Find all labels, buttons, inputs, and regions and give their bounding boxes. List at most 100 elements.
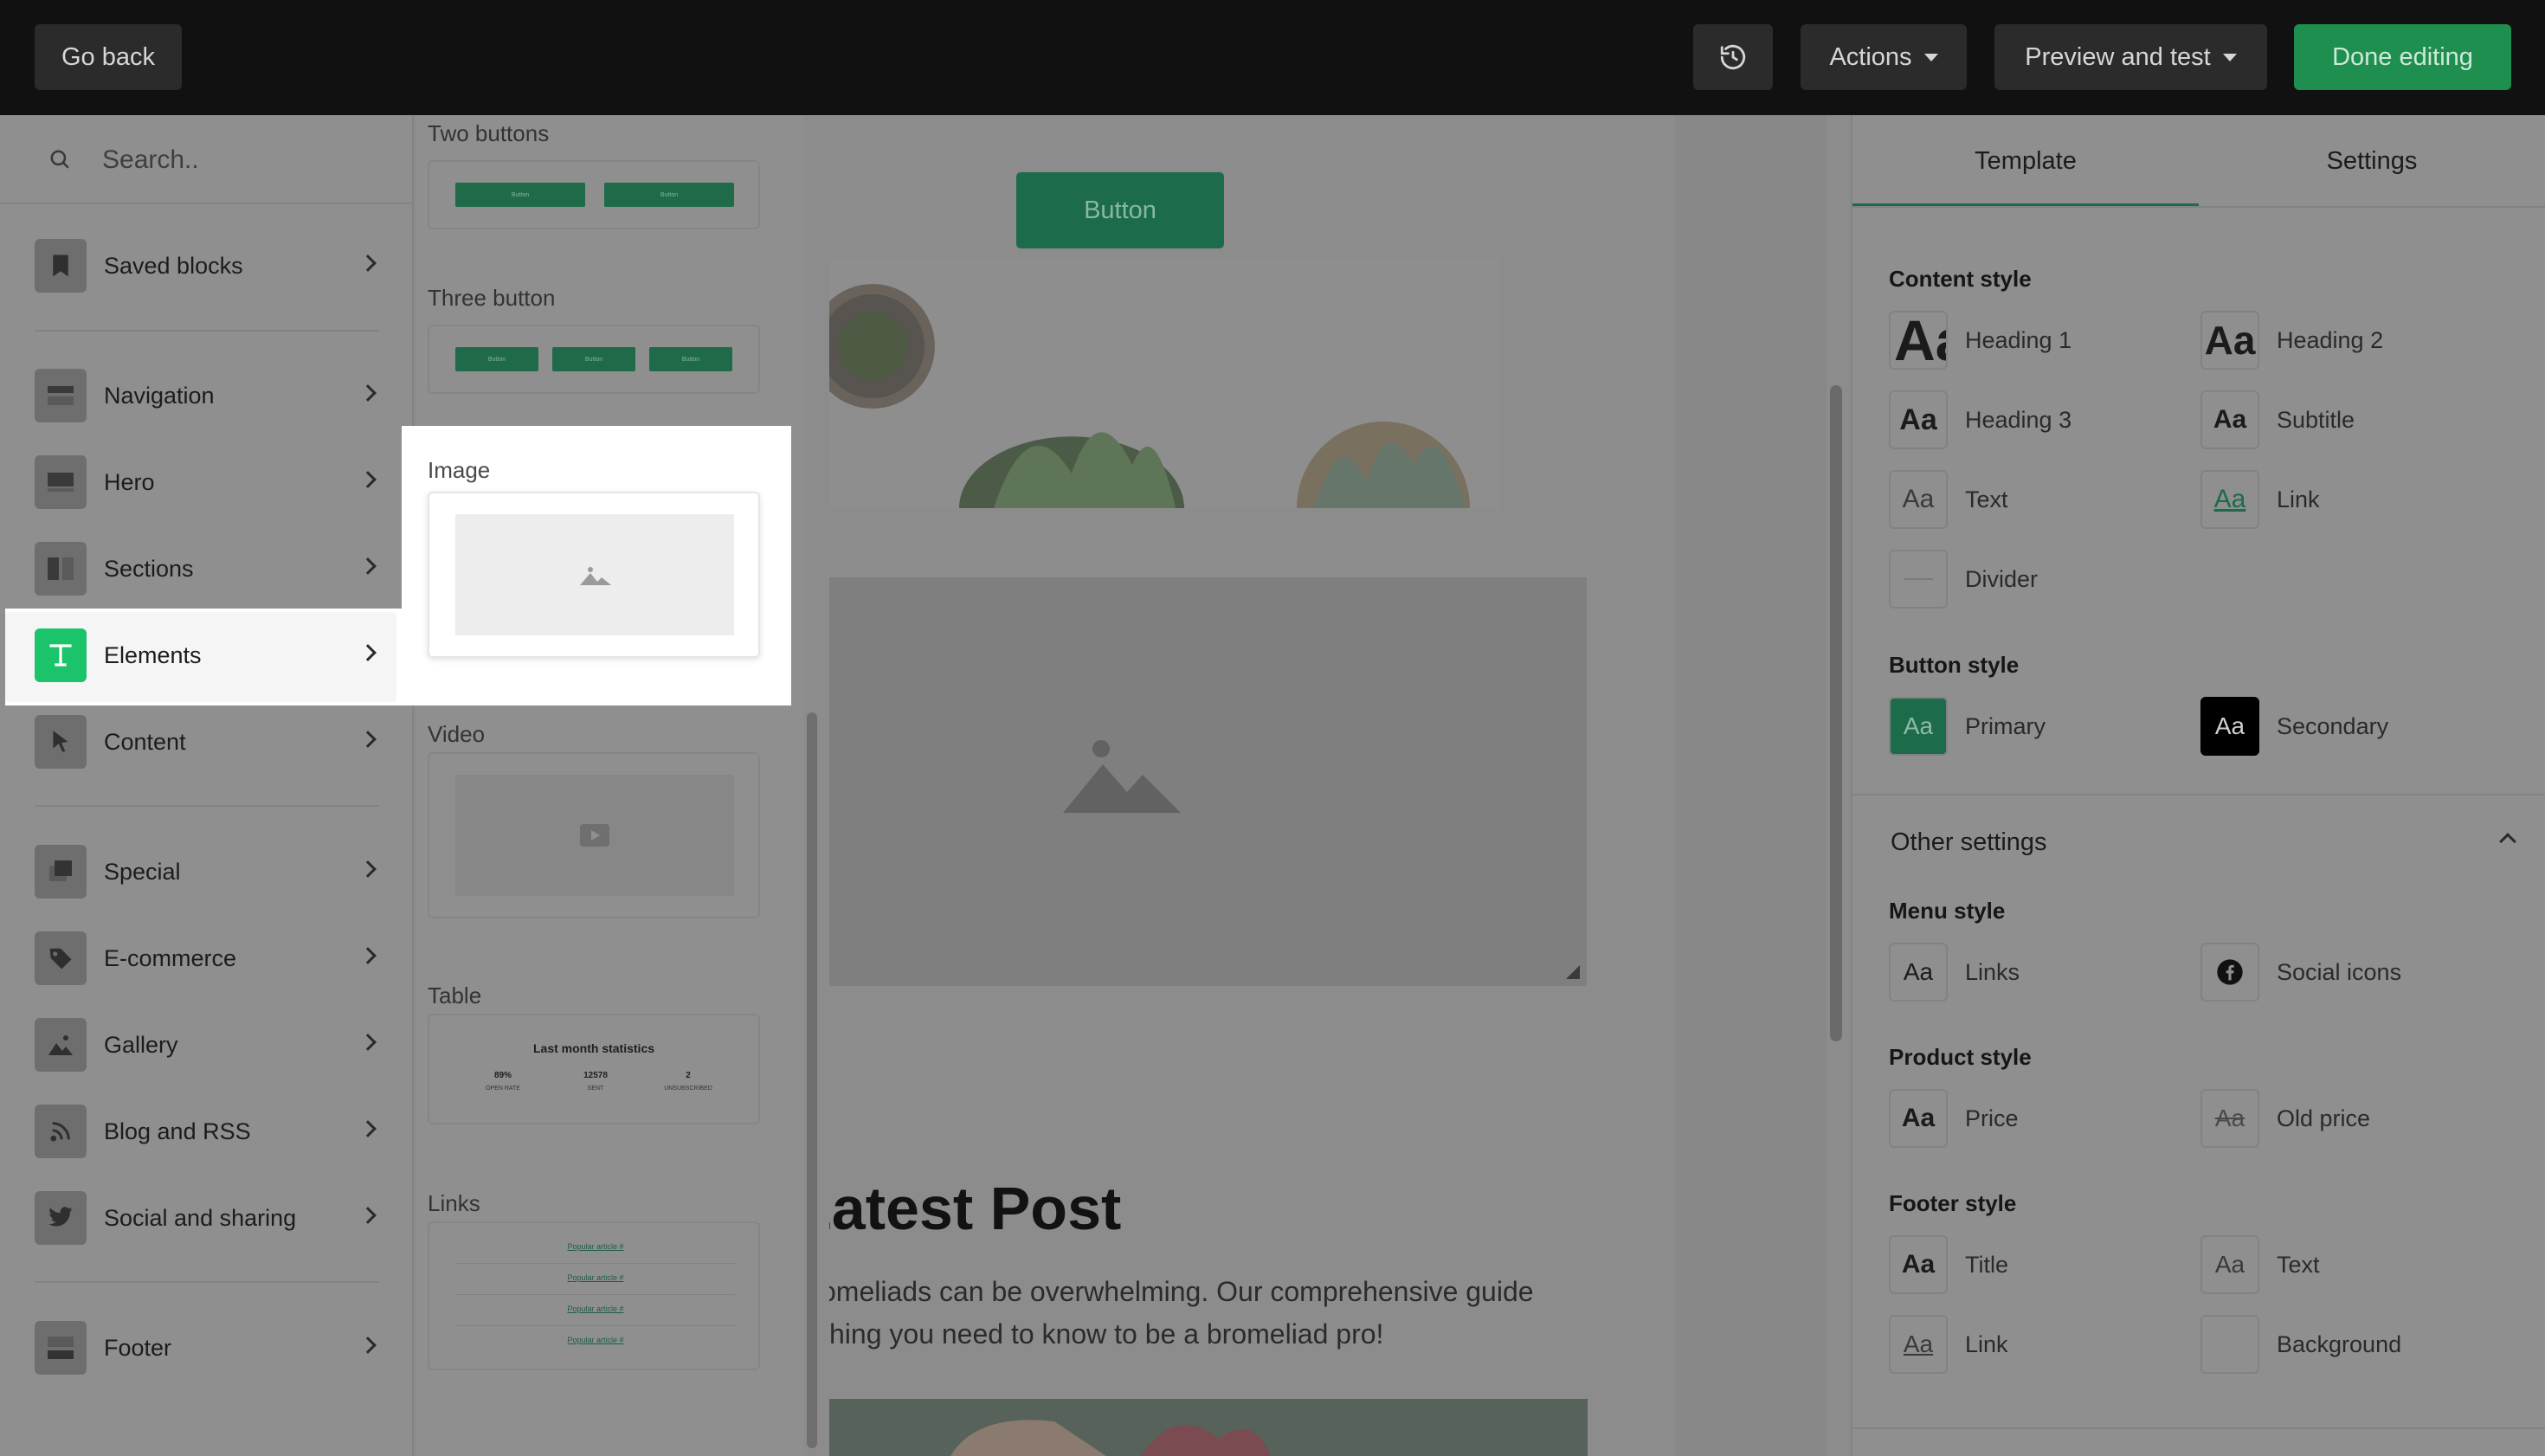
element-title-image: Image: [428, 457, 491, 483]
product-style-price[interactable]: Aa Price: [1889, 1089, 2019, 1148]
chevron-right-icon: [359, 1120, 377, 1137]
style-swatch: Aa: [2200, 470, 2259, 529]
tab-template[interactable]: Template: [1852, 115, 2199, 208]
element-card-image[interactable]: [428, 492, 760, 658]
elements-panel: Two buttons Button Button Three button B…: [416, 115, 817, 1456]
go-back-button[interactable]: Go back: [35, 24, 182, 90]
link-preview-item: Popular article #: [567, 1336, 624, 1344]
sidebar-item-footer[interactable]: Footer: [0, 1305, 398, 1391]
chevron-right-icon: [359, 254, 377, 272]
style-heading-3[interactable]: Aa Heading 3: [1889, 390, 2071, 449]
sidebar-item-label: Navigation: [104, 382, 215, 409]
element-title-table: Table: [428, 982, 482, 1008]
link-separator: [455, 1263, 736, 1264]
sidebar-item-blog-rss[interactable]: Blog and RSS: [0, 1088, 398, 1175]
link-separator: [455, 1325, 736, 1326]
style-subtitle[interactable]: Aa Subtitle: [2200, 390, 2355, 449]
sidebar-item-gallery[interactable]: Gallery: [0, 1002, 398, 1088]
element-card-links[interactable]: Popular article # Popular article # Popu…: [428, 1221, 760, 1370]
post-title: Latest Post: [829, 1175, 1122, 1242]
style-swatch: Aa: [1889, 1235, 1948, 1294]
history-button[interactable]: [1693, 24, 1773, 90]
element-title-links: Links: [428, 1190, 480, 1216]
sidebar-item-hero[interactable]: Hero: [0, 439, 398, 525]
style-heading-2[interactable]: Aa Heading 2: [2200, 311, 2383, 370]
footer-style-background[interactable]: Background: [2200, 1315, 2401, 1374]
elements-scrollbar[interactable]: [807, 712, 817, 1448]
chevron-right-icon: [359, 1207, 377, 1224]
sidebar-divider: [35, 1281, 379, 1283]
mini-button: Button: [455, 183, 585, 207]
chevron-right-icon: [359, 644, 377, 661]
style-heading-1[interactable]: Aa Heading 1: [1889, 311, 2071, 370]
sidebar-item-label: Footer: [104, 1334, 172, 1361]
resize-handle[interactable]: [1566, 965, 1580, 979]
style-text[interactable]: Aa Text: [1889, 470, 2008, 529]
canvas-button[interactable]: Button: [1016, 172, 1224, 248]
style-swatch: Aa: [1889, 470, 1948, 529]
element-card-video[interactable]: [428, 752, 760, 918]
section-divider: [1852, 1427, 2545, 1429]
twitter-bird-icon: [35, 1191, 87, 1245]
style-divider[interactable]: Divider: [1889, 550, 2038, 609]
style-label: Old price: [2277, 1105, 2371, 1131]
footer-style-title[interactable]: Aa Title: [1889, 1235, 2008, 1294]
search-input[interactable]: [102, 136, 388, 184]
facebook-icon: [2200, 943, 2259, 1002]
footer-style-text[interactable]: Aa Text: [2200, 1235, 2320, 1294]
caret-down-icon: [2222, 53, 2237, 61]
mini-button: Button: [552, 347, 635, 371]
mini-button: Button: [649, 347, 732, 371]
chevron-right-icon: [359, 384, 377, 402]
sidebar-item-label: Social and sharing: [104, 1204, 297, 1231]
image-mountain-icon: [580, 567, 611, 585]
canvas-image-placeholder[interactable]: [829, 577, 1587, 986]
preview-and-test-button[interactable]: Preview and test: [1994, 24, 2267, 90]
rss-icon: [35, 1105, 87, 1158]
element-card-two-buttons[interactable]: Button Button: [428, 160, 760, 229]
element-card-table[interactable]: Last month statistics 89% OPEN RATE 12578…: [428, 1014, 760, 1124]
tab-settings[interactable]: Settings: [2199, 115, 2545, 208]
tag-icon: [35, 931, 87, 985]
chevron-right-icon: [359, 471, 377, 488]
sidebar-item-label: Hero: [104, 468, 155, 495]
menu-style-links[interactable]: Aa Links: [1889, 943, 2020, 1002]
product-style-old-price[interactable]: Aa Old price: [2200, 1089, 2370, 1148]
footer-style-heading: Footer style: [1889, 1190, 2017, 1216]
table-stat: 12578 SENT: [583, 1071, 608, 1092]
sidebar-divider: [35, 330, 379, 332]
canvas-scrollbar[interactable]: [1830, 385, 1842, 1041]
post-body: Bromeliads can be overwhelming. Our comp…: [829, 1271, 1591, 1366]
menu-style-social-icons[interactable]: Social icons: [2200, 943, 2401, 1002]
style-label: Background: [2277, 1330, 2402, 1357]
chevron-right-icon: [359, 947, 377, 964]
style-label: Secondary: [2277, 712, 2389, 739]
sidebar-item-social-sharing[interactable]: Social and sharing: [0, 1175, 398, 1261]
sidebar-item-special[interactable]: Special: [0, 828, 398, 915]
style-swatch: Aa: [2200, 390, 2259, 449]
actions-dropdown-button[interactable]: Actions: [1801, 24, 1967, 90]
chevron-up-icon[interactable]: [2499, 833, 2516, 850]
sidebar-item-elements[interactable]: Elements: [0, 612, 398, 699]
image-mountain-icon: [1063, 740, 1181, 813]
sidebar-item-sections[interactable]: Sections: [0, 525, 398, 612]
sidebar-item-navigation[interactable]: Navigation: [0, 352, 398, 439]
footer-style-link[interactable]: Aa Link: [1889, 1315, 2008, 1374]
go-back-label: Go back: [61, 42, 155, 71]
style-label: Links: [1965, 958, 2020, 985]
style-label: Heading 1: [1965, 326, 2072, 353]
style-link[interactable]: Aa Link: [2200, 470, 2320, 529]
play-icon: [580, 824, 609, 847]
sidebar-item-label: Blog and RSS: [104, 1118, 251, 1144]
sidebar-item-e-commerce[interactable]: E-commerce: [0, 915, 398, 1002]
sidebar-item-content[interactable]: Content: [0, 699, 398, 785]
link-preview-item: Popular article #: [567, 1273, 624, 1282]
element-card-three-button[interactable]: Button Button Button: [428, 325, 760, 394]
button-style-primary[interactable]: Aa Primary: [1889, 697, 2046, 756]
sidebar-item-saved-blocks[interactable]: Saved blocks: [0, 222, 398, 309]
actions-label: Actions: [1829, 42, 1912, 71]
element-title-video: Video: [428, 721, 486, 747]
done-editing-button[interactable]: Done editing: [2294, 24, 2511, 90]
button-style-secondary[interactable]: Aa Secondary: [2200, 697, 2388, 756]
other-settings-toggle[interactable]: Other settings: [1891, 828, 2047, 857]
